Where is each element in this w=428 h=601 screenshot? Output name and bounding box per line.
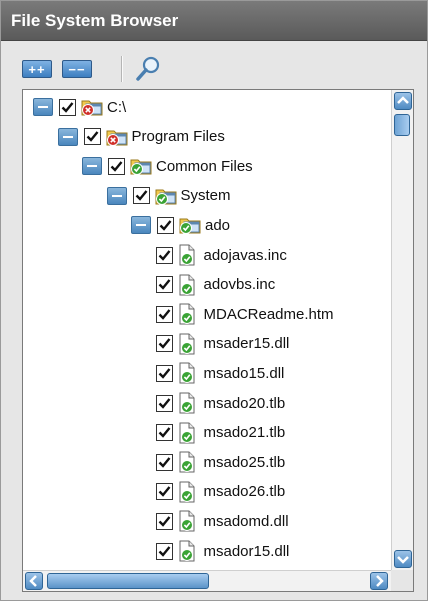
tree-file-row[interactable]: msado20.tlb [155,390,286,416]
tree-item-label: msado21.tlb [203,424,286,442]
collapse-toggle-icon[interactable] [131,216,151,235]
tree-folder-row[interactable]: System [106,183,231,209]
scroll-down-button[interactable] [394,550,412,568]
select-checkbox[interactable] [155,483,173,501]
tree-folder-row[interactable]: C:\ [33,94,126,120]
tree-item-label: msadomd.dll [203,512,289,530]
tree-item-label: msader15.dll [203,335,290,353]
tree-item-label: msado15.dll [203,364,285,382]
tree-file-row[interactable]: msado15.dll [155,360,285,386]
tree-folder-row[interactable]: Program Files [57,124,225,150]
tree-folder-row[interactable]: ado [131,212,230,238]
tree-item-label: System [180,187,231,205]
tree-item-label: msador15.dll [203,542,290,560]
select-checkbox[interactable] [155,542,173,560]
tree-file-row[interactable]: msader15.dll [155,331,290,357]
collapse-all-button[interactable]: −− [62,60,92,78]
select-checkbox[interactable] [155,424,173,442]
folder-icon [106,130,127,146]
tree-file-row[interactable]: MDACReadme.htm [155,301,334,327]
chevron-left-icon [29,575,37,587]
select-checkbox[interactable] [155,512,173,530]
tree-item-label: adovbs.inc [203,276,276,294]
file-icon [179,333,194,355]
select-checkbox[interactable] [108,157,125,175]
select-checkbox[interactable] [155,276,173,294]
tree-item-label: Program Files [131,128,225,146]
file-system-browser-panel: File System Browser ++ −− C:\ Program Fil… [0,0,428,601]
chevron-down-icon [397,556,409,564]
horizontal-scrollbar[interactable] [23,570,391,591]
tree-file-row[interactable]: adojavas.inc [155,242,287,268]
tree-item-label: MDACReadme.htm [203,305,334,323]
file-icon [179,540,194,562]
file-icon [179,392,194,414]
file-icon [179,451,194,473]
file-icon [179,422,194,444]
collapse-toggle-icon[interactable] [33,98,53,116]
vertical-scroll-thumb[interactable] [394,114,410,136]
scroll-left-button[interactable] [25,572,43,590]
toolbar: ++ −− [1,42,427,88]
expand-all-button[interactable]: ++ [22,60,52,78]
tree-folder-row[interactable]: Common Files [82,153,253,179]
tree-file-row[interactable]: msado25.tlb [155,449,286,475]
select-checkbox[interactable] [155,453,173,471]
tree-item-label: ado [205,216,231,234]
select-checkbox[interactable] [155,335,173,353]
select-checkbox[interactable] [155,364,173,382]
panel-title: File System Browser [1,1,427,41]
select-checkbox[interactable] [132,187,150,205]
select-checkbox[interactable] [157,216,174,234]
select-checkbox[interactable] [83,128,101,146]
tree-item-label: msado20.tlb [203,394,286,412]
tree-file-row[interactable]: msado21.tlb [155,420,286,446]
collapse-toggle-icon[interactable] [57,127,78,146]
select-checkbox[interactable] [155,305,173,323]
folder-icon [179,218,201,235]
tree-item-label: C:\ [107,98,127,116]
file-icon [179,481,194,503]
select-checkbox[interactable] [59,98,76,116]
scrollbar-corner [391,570,413,591]
chevron-right-icon [376,575,384,587]
folder-icon [130,159,152,176]
vertical-scrollbar[interactable] [391,90,413,570]
toolbar-separator [121,56,123,82]
magnifier-icon [136,56,160,81]
chevron-up-icon [397,96,409,104]
folder-icon [155,189,176,205]
scroll-up-button[interactable] [394,92,412,110]
scroll-right-button[interactable] [370,572,388,590]
file-icon [179,274,194,296]
file-tree: C:\ Program Files Common Files System ado ado… [22,89,414,592]
folder-icon [81,100,103,116]
tree-item-label: Common Files [156,157,253,175]
search-button[interactable] [133,54,163,84]
tree-file-row[interactable]: msador15.dll [155,538,290,564]
file-icon [179,303,194,325]
tree-file-row[interactable]: msado26.tlb [155,479,286,505]
tree-file-row[interactable]: adovbs.inc [155,272,276,298]
file-icon [179,362,194,384]
tree-item-label: msado26.tlb [203,483,286,501]
tree-item-label: adojavas.inc [203,246,287,264]
select-checkbox[interactable] [155,246,173,264]
collapse-toggle-icon[interactable] [82,157,102,176]
horizontal-scroll-thumb[interactable] [47,573,209,589]
tree-item-label: msado25.tlb [203,453,286,471]
file-icon [179,244,194,266]
collapse-toggle-icon[interactable] [106,186,127,205]
select-checkbox[interactable] [155,394,173,412]
tree-file-row[interactable]: msadomd.dll [155,508,289,534]
file-icon [179,510,194,532]
